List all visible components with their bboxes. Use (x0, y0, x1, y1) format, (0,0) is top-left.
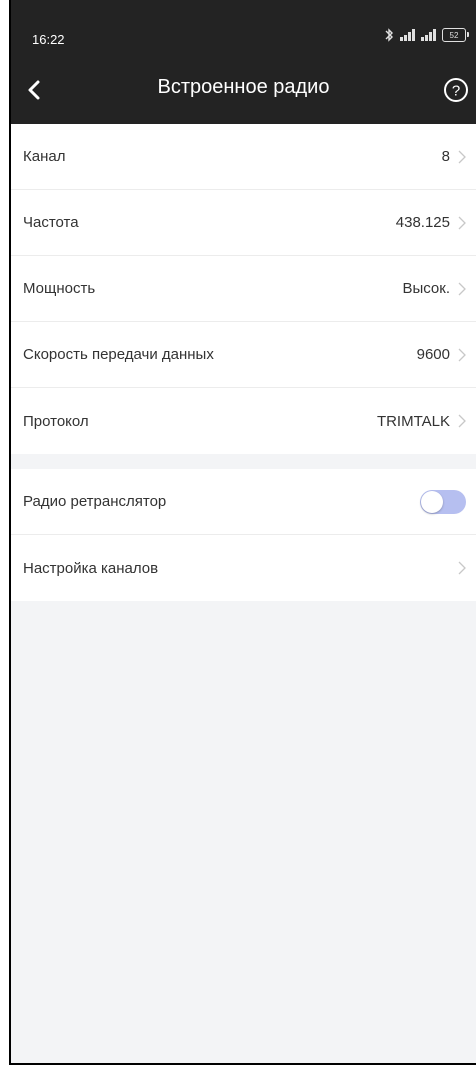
chevron-right-icon (458, 561, 466, 575)
setting-value: 9600 (416, 346, 450, 363)
setting-label: Канал (23, 148, 66, 165)
section-divider (11, 454, 476, 469)
app-header: 16:22 52 Встроенное радио ? (11, 0, 476, 124)
repeater-toggle[interactable] (420, 489, 466, 514)
setting-value: 8 (441, 148, 450, 165)
setting-value: Высок. (402, 280, 450, 297)
setting-row-protocol[interactable]: Протокол TRIMTALK (11, 388, 476, 454)
signal-icon (400, 29, 415, 41)
chevron-right-icon (458, 282, 466, 295)
toggle-knob (421, 490, 443, 513)
setting-label: Частота (23, 214, 79, 231)
battery-icon: 52 (442, 28, 469, 42)
setting-row-repeater: Радио ретранслятор (11, 469, 476, 535)
repeater-label: Радио ретранслятор (23, 493, 167, 510)
phone-screen: 16:22 52 Встроенное радио ? Канал 8 Част… (9, 0, 476, 1065)
bluetooth-icon (385, 28, 393, 42)
svg-text:?: ? (452, 83, 460, 100)
status-icons: 52 (384, 28, 469, 42)
setting-row-frequency[interactable]: Частота 438.125 (11, 190, 476, 256)
radio-extra-list: Радио ретранслятор Настройка каналов (11, 469, 476, 601)
setting-label: Мощность (23, 280, 96, 297)
chevron-right-icon (458, 414, 466, 428)
chevron-right-icon (458, 150, 466, 163)
chevron-right-icon (458, 216, 466, 229)
setting-row-baud-rate[interactable]: Скорость передачи данных 9600 (11, 322, 476, 388)
channel-setup-label: Настройка каналов (23, 559, 159, 577)
setting-label: Протокол (23, 412, 89, 430)
setting-value: 438.125 (395, 214, 450, 231)
signal-icon-2 (421, 29, 436, 41)
status-time: 16:22 (32, 32, 65, 47)
setting-label: Скорость передачи данных (23, 346, 214, 363)
radio-settings-list: Канал 8 Частота 438.125 Мощность Высок. … (11, 124, 476, 454)
chevron-right-icon (458, 348, 466, 361)
setting-value: TRIMTALK (376, 412, 450, 430)
help-icon[interactable]: ? (440, 74, 472, 106)
battery-level: 52 (449, 30, 459, 40)
page-title: Встроенное радио (157, 76, 330, 98)
setting-row-channel-setup[interactable]: Настройка каналов (11, 535, 476, 601)
setting-row-power[interactable]: Мощность Высок. (11, 256, 476, 322)
setting-row-channel[interactable]: Канал 8 (11, 124, 476, 190)
top-bar: Встроенное радио ? (11, 70, 476, 110)
